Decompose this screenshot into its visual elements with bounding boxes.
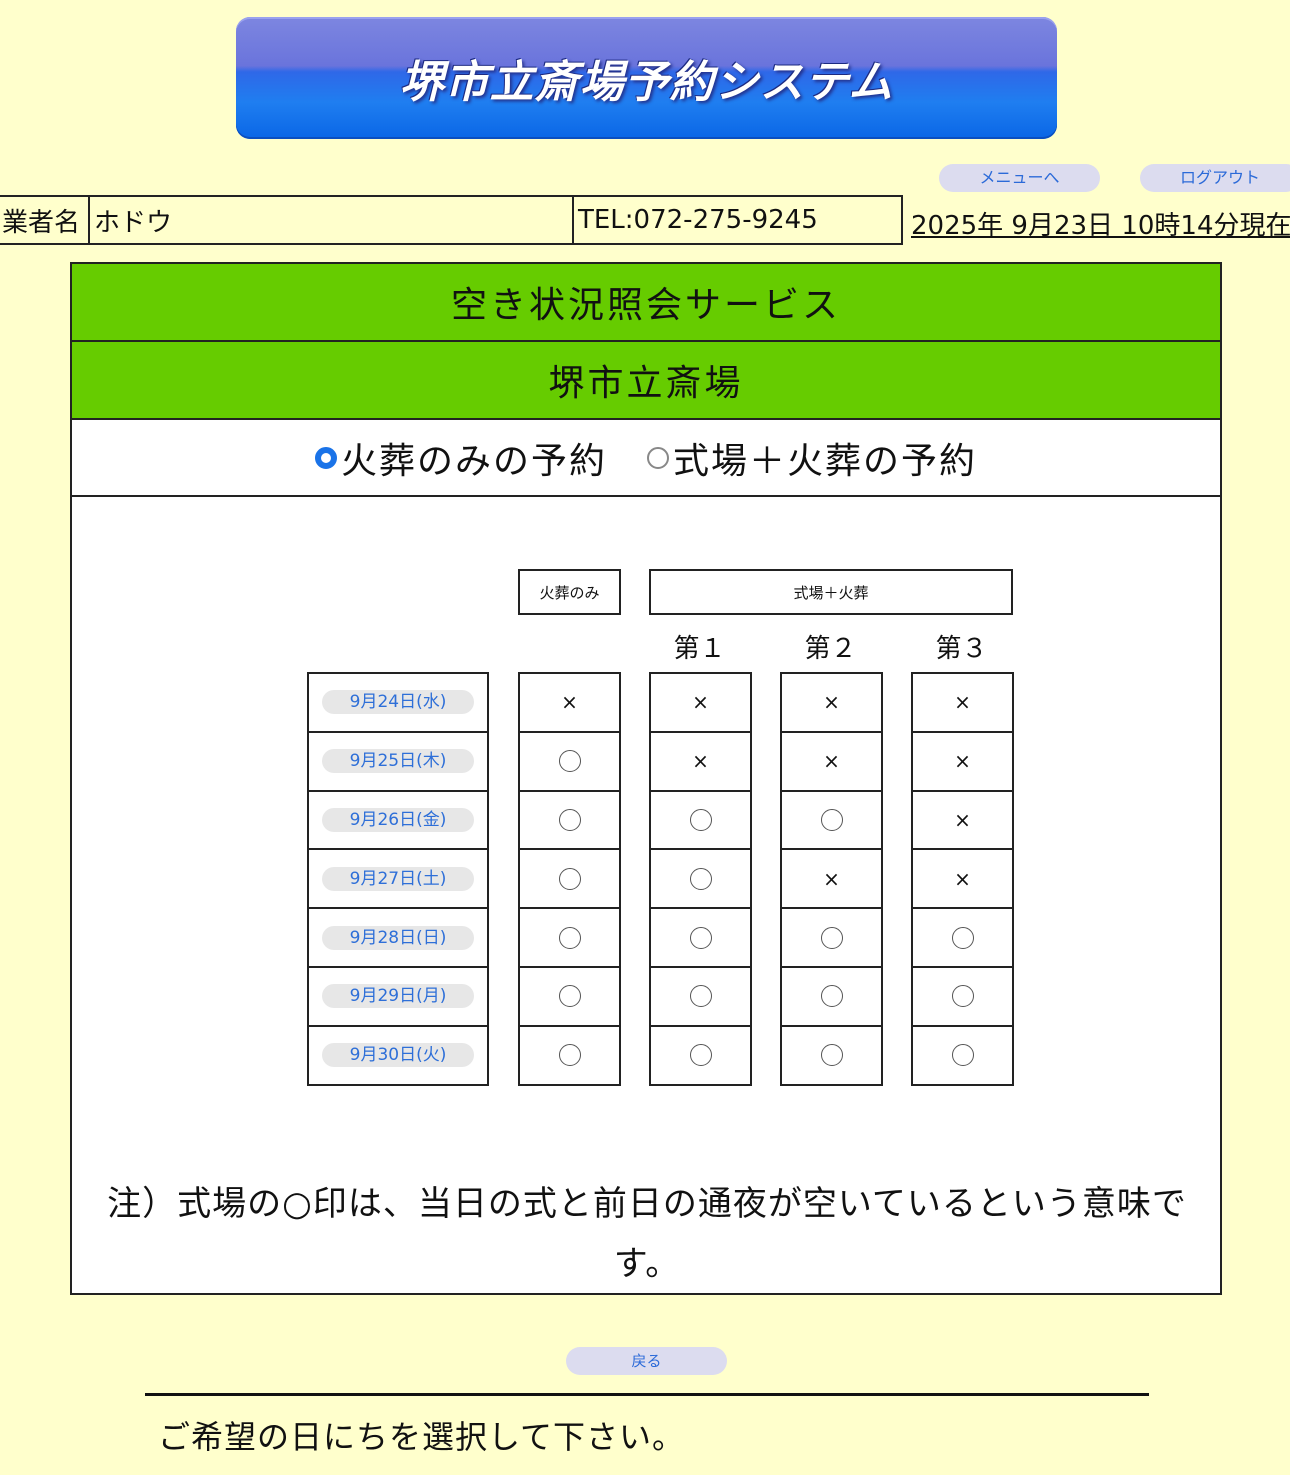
header-cremation-only: 火葬のみ bbox=[518, 569, 621, 615]
radio-cremation-only[interactable]: 火葬のみの予約 bbox=[314, 432, 607, 484]
availability-panel: 空き状況照会サービス 堺市立斎場 火葬のみの予約 式場＋火葬の予約 火葬のみ 式… bbox=[70, 262, 1222, 1295]
unavailable-icon: × bbox=[823, 866, 840, 891]
available-icon: ○ bbox=[689, 926, 712, 949]
hall-2-cell: ○ bbox=[780, 907, 883, 968]
hall-3-cell: ○ bbox=[911, 907, 1014, 968]
cremation-cell: ○ bbox=[518, 907, 621, 968]
date-cell: 9月28日(日) bbox=[307, 907, 489, 968]
date-select-button[interactable]: 9月28日(日) bbox=[322, 925, 474, 950]
hall-2-cell: × bbox=[780, 848, 883, 910]
unavailable-icon: × bbox=[954, 866, 971, 891]
unavailable-icon: × bbox=[692, 749, 709, 774]
date-cell: 9月26日(金) bbox=[307, 789, 489, 851]
radio-hall-cremation-label: 式場＋火葬の予約 bbox=[673, 440, 978, 482]
back-button[interactable]: 戻る bbox=[566, 1347, 727, 1375]
unavailable-icon: × bbox=[692, 690, 709, 715]
unavailable-icon: × bbox=[823, 749, 840, 774]
date-cell: 9月30日(火) bbox=[307, 1024, 489, 1086]
available-icon: ○ bbox=[820, 808, 843, 831]
note-text: 注）式場の○印は、当日の式と前日の通夜が空いているという意味です。 bbox=[107, 1184, 1187, 1284]
unavailable-icon: × bbox=[561, 690, 578, 715]
radio-unselected-icon[interactable] bbox=[647, 446, 669, 469]
available-icon: ○ bbox=[689, 867, 712, 890]
current-datetime: 2025年 9月23日 10時14分現在 bbox=[911, 211, 1290, 241]
hall-2-cell: × bbox=[780, 672, 883, 733]
available-icon: ○ bbox=[689, 808, 712, 831]
hall-3-cell: ○ bbox=[911, 966, 1014, 1027]
available-icon: ○ bbox=[820, 985, 843, 1008]
available-icon: ○ bbox=[820, 926, 843, 949]
hall-1-cell: ○ bbox=[649, 789, 752, 851]
cremation-cell: ○ bbox=[518, 1024, 621, 1086]
date-cell: 9月27日(土) bbox=[307, 848, 489, 910]
hall-1-cell: ○ bbox=[649, 907, 752, 968]
hall-3-cell: × bbox=[911, 672, 1014, 733]
logout-button[interactable]: ログアウト bbox=[1140, 164, 1290, 192]
hall-3-header: 第３ bbox=[935, 634, 988, 664]
date-select-button[interactable]: 9月27日(土) bbox=[322, 866, 474, 891]
available-icon: ○ bbox=[558, 926, 581, 949]
unavailable-icon: × bbox=[954, 749, 971, 774]
hall-2-cell: ○ bbox=[780, 966, 883, 1027]
available-icon: ○ bbox=[689, 1044, 712, 1067]
hall-2-cell: ○ bbox=[780, 1024, 883, 1086]
vendor-name: ホドウ bbox=[90, 197, 574, 243]
date-select-button[interactable]: 9月26日(金) bbox=[322, 807, 474, 832]
hall-1-cell: ○ bbox=[649, 848, 752, 910]
cremation-cell: ○ bbox=[518, 966, 621, 1027]
hall-1-cell: ○ bbox=[649, 966, 752, 1027]
vendor-label: 業者名 bbox=[0, 197, 90, 243]
hall-3-cell: × bbox=[911, 848, 1014, 910]
radio-selected-icon[interactable] bbox=[314, 446, 337, 469]
available-icon: ○ bbox=[558, 867, 581, 890]
hall-2-cell: ○ bbox=[780, 789, 883, 851]
available-icon: ○ bbox=[558, 808, 581, 831]
hall-1-cell: × bbox=[649, 672, 752, 733]
facility-name: 堺市立斎場 bbox=[72, 342, 1220, 420]
radio-cremation-only-label: 火葬のみの予約 bbox=[340, 440, 607, 482]
hall-2-header: 第２ bbox=[804, 634, 857, 664]
hall-1-header: 第１ bbox=[673, 634, 726, 664]
available-icon: ○ bbox=[951, 926, 974, 949]
hall-3-cell: × bbox=[911, 789, 1014, 851]
date-cell: 9月25日(木) bbox=[307, 730, 489, 792]
unavailable-icon: × bbox=[954, 807, 971, 832]
date-select-button[interactable]: 9月25日(木) bbox=[322, 749, 474, 774]
available-icon: ○ bbox=[951, 985, 974, 1008]
header-hall-cremation: 式場＋火葬 bbox=[649, 569, 1013, 615]
hall-1-cell: ○ bbox=[649, 1024, 752, 1086]
available-icon: ○ bbox=[558, 750, 581, 773]
vendor-info-row: 業者名 ホドウ TEL:072-275-9245 bbox=[0, 195, 903, 245]
available-icon: ○ bbox=[558, 1044, 581, 1067]
hall-1-cell: × bbox=[649, 730, 752, 792]
available-icon: ○ bbox=[558, 985, 581, 1008]
unavailable-icon: × bbox=[823, 690, 840, 715]
hall-3-cell: ○ bbox=[911, 1024, 1014, 1086]
reservation-type-selector: 火葬のみの予約 式場＋火葬の予約 bbox=[72, 420, 1220, 497]
date-select-button[interactable]: 9月29日(月) bbox=[322, 984, 474, 1009]
unavailable-icon: × bbox=[954, 690, 971, 715]
cremation-cell: × bbox=[518, 672, 621, 733]
cremation-cell: ○ bbox=[518, 848, 621, 910]
date-select-button[interactable]: 9月30日(火) bbox=[322, 1043, 474, 1068]
cremation-cell: ○ bbox=[518, 789, 621, 851]
available-icon: ○ bbox=[689, 985, 712, 1008]
vendor-tel: TEL:072-275-9245 bbox=[578, 205, 818, 235]
cremation-cell: ○ bbox=[518, 730, 621, 792]
system-title-banner: 堺市立斎場予約システム bbox=[236, 17, 1057, 139]
available-icon: ○ bbox=[820, 1044, 843, 1067]
hall-2-cell: × bbox=[780, 730, 883, 792]
hall-3-cell: × bbox=[911, 730, 1014, 792]
service-title: 空き状況照会サービス bbox=[72, 264, 1220, 342]
menu-button[interactable]: メニューへ bbox=[939, 164, 1100, 192]
date-cell: 9月24日(水) bbox=[307, 672, 489, 733]
system-title: 堺市立斎場予約システム bbox=[399, 57, 894, 108]
footer-message: ご希望の日にちを選択して下さい。 bbox=[158, 1418, 686, 1456]
date-select-button[interactable]: 9月24日(水) bbox=[322, 690, 474, 715]
radio-hall-cremation[interactable]: 式場＋火葬の予約 bbox=[647, 432, 977, 484]
available-icon: ○ bbox=[951, 1044, 974, 1067]
divider bbox=[145, 1393, 1149, 1396]
date-cell: 9月29日(月) bbox=[307, 966, 489, 1027]
